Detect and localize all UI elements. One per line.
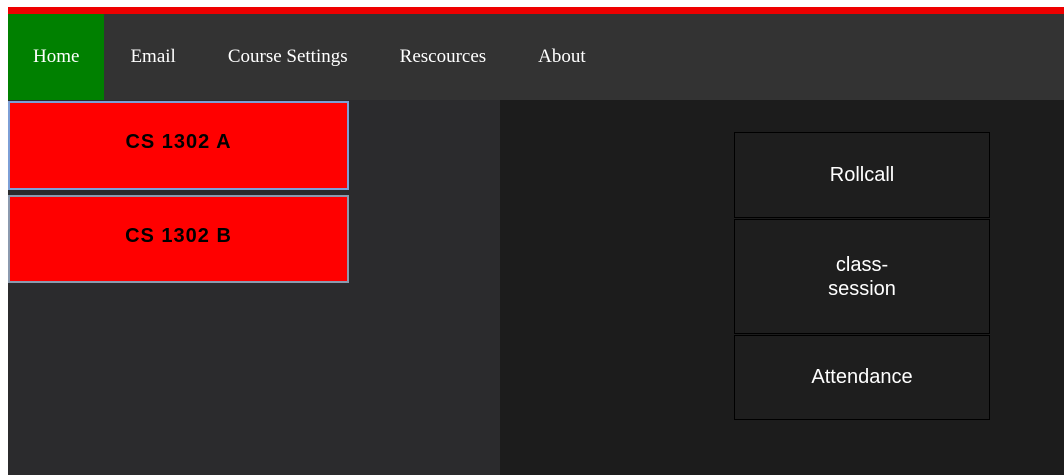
attendance-label: Attendance <box>811 366 913 388</box>
nav-about[interactable]: About <box>512 14 612 100</box>
nav-course-settings[interactable]: Course Settings <box>202 14 374 100</box>
nav-resources[interactable]: Rescources <box>374 14 513 100</box>
course-button-cs1302a[interactable]: CS 1302 A <box>8 101 349 190</box>
rollcall-label: Rollcall <box>829 163 895 186</box>
top-navbar: Home Email Course Settings Rescources Ab… <box>8 14 1064 100</box>
rollcall-button[interactable]: Rollcall <box>734 132 990 218</box>
class-session-button[interactable]: class-session <box>734 219 990 334</box>
course-button-cs1302b[interactable]: CS 1302 B <box>8 195 349 283</box>
page: Home Email Course Settings Rescources Ab… <box>8 7 1064 475</box>
attendance-button[interactable]: Attendance <box>734 335 990 420</box>
course-list-panel: CS 1302 A CS 1302 B <box>8 100 500 475</box>
class-session-label: class-session <box>828 253 896 300</box>
top-accent-stripe <box>8 7 1064 14</box>
nav-home[interactable]: Home <box>8 14 105 100</box>
nav-email[interactable]: Email <box>104 14 201 100</box>
